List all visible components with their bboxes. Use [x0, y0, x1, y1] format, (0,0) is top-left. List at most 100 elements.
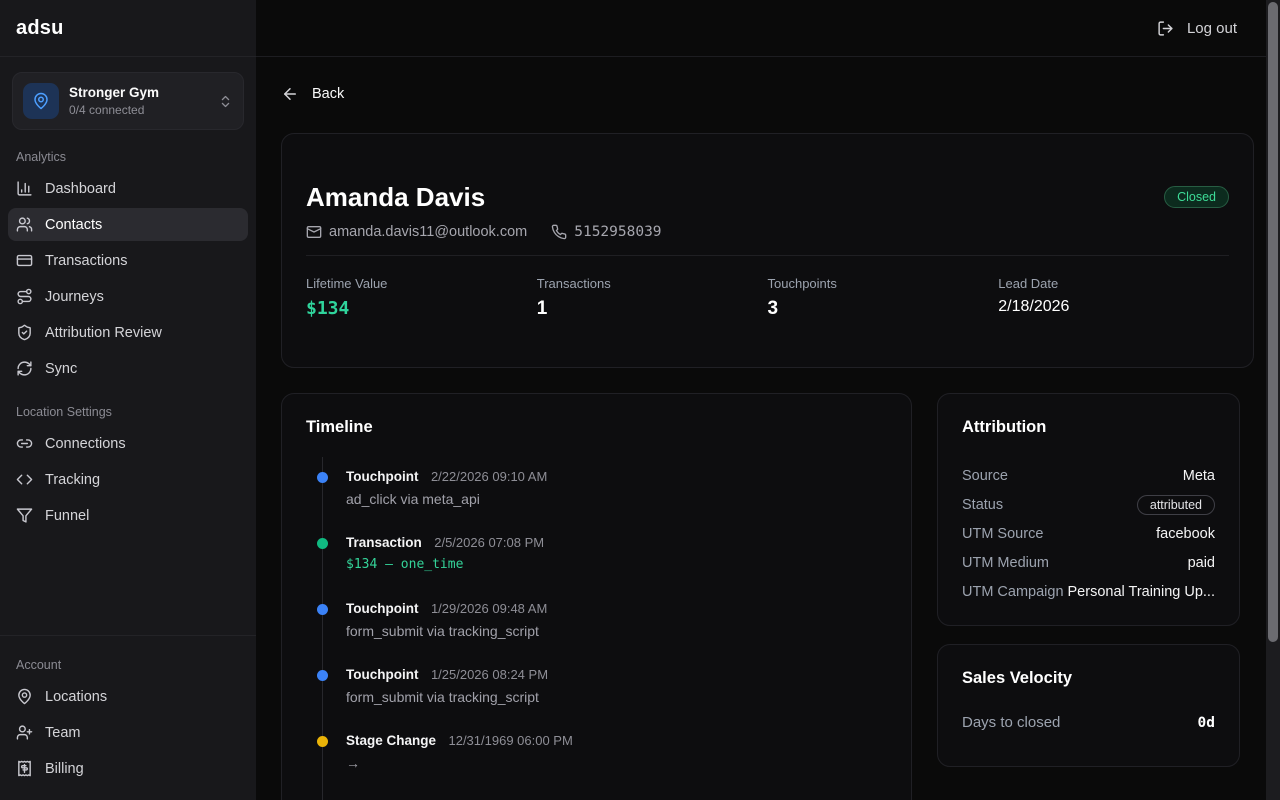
- sidebar-item-contacts[interactable]: Contacts: [8, 208, 248, 241]
- stat-lifetime-value: Lifetime Value $134: [306, 276, 537, 320]
- right-card-column: Attribution Source Meta Status attribute…: [937, 393, 1240, 800]
- sidebar-item-label: Team: [45, 725, 80, 741]
- sidebar-item-sync[interactable]: Sync: [8, 352, 248, 385]
- sidebar-item-label: Tracking: [45, 472, 100, 488]
- sidebar-item-label: Billing: [45, 761, 84, 777]
- location-connected-status: 0/4 connected: [69, 103, 208, 117]
- contact-email: amanda.davis11@outlook.com: [306, 224, 527, 240]
- touchpoint-dot: [317, 472, 328, 483]
- section-label-account: Account: [8, 658, 248, 672]
- sidebar-item-team[interactable]: Team: [8, 716, 248, 749]
- scrollbar-track[interactable]: [1266, 0, 1280, 800]
- contact-phone-value: 5152958039: [574, 224, 661, 240]
- sidebar-item-dashboard[interactable]: Dashboard: [8, 172, 248, 205]
- event-timestamp: 2/22/2026 09:10 AM: [431, 469, 547, 484]
- attribution-row-utm-campaign: UTM Campaign Personal Training Up...: [962, 577, 1215, 606]
- arrow-left-icon: [281, 85, 299, 103]
- attribution-title: Attribution: [962, 418, 1215, 437]
- funnel-icon: [16, 507, 33, 524]
- chevrons-up-down-icon: [218, 94, 233, 109]
- event-type: Transaction: [346, 535, 422, 550]
- sidebar-item-attribution-review[interactable]: Attribution Review: [8, 316, 248, 349]
- sidebar-item-transactions[interactable]: Transactions: [8, 244, 248, 277]
- logout-button[interactable]: Log out: [1157, 20, 1237, 37]
- row-value: Meta: [1183, 468, 1215, 484]
- sidebar-item-label: Funnel: [45, 508, 89, 524]
- sidebar-item-locations[interactable]: Locations: [8, 680, 248, 713]
- section-label-analytics: Analytics: [8, 150, 248, 164]
- event-detail: ad_click via meta_api: [346, 489, 887, 509]
- timeline-event-head: Touchpoint 2/22/2026 09:10 AM: [346, 467, 887, 487]
- contact-phone: 5152958039: [551, 224, 661, 240]
- timeline-list: Touchpoint 2/22/2026 09:10 AM ad_click v…: [306, 467, 887, 773]
- timeline-event-head: Stage Change 12/31/1969 06:00 PM: [346, 731, 887, 751]
- bar-chart-icon: [16, 180, 33, 197]
- contact-profile-card: Amanda Davis Closed amanda.davis11@outlo…: [281, 133, 1254, 368]
- sidebar: adsu Stronger Gym 0/4 connected Analytic…: [0, 0, 256, 800]
- attribution-row-source: Source Meta: [962, 461, 1215, 490]
- row-label: Source: [962, 468, 1008, 484]
- touchpoint-dot: [317, 604, 328, 615]
- sidebar-item-label: Dashboard: [45, 181, 116, 197]
- touchpoint-dot: [317, 670, 328, 681]
- sidebar-item-connections[interactable]: Connections: [8, 427, 248, 460]
- event-timestamp: 1/25/2026 08:24 PM: [431, 667, 548, 682]
- scrollbar-thumb[interactable]: [1268, 2, 1278, 642]
- event-detail: →: [346, 753, 887, 773]
- link-icon: [16, 435, 33, 452]
- event-detail: form_submit via tracking_script: [346, 687, 887, 707]
- app-logo: adsu: [16, 17, 63, 40]
- refresh-icon: [16, 360, 33, 377]
- stat-value: $134: [306, 298, 537, 319]
- timeline-title: Timeline: [306, 418, 887, 437]
- sales-velocity-row: Days to closed 0d: [962, 714, 1215, 731]
- stat-label: Transactions: [537, 276, 768, 291]
- section-label-location-settings: Location Settings: [8, 405, 248, 419]
- logout-icon: [1157, 20, 1174, 37]
- timeline-event: Transaction 2/5/2026 07:08 PM $134 — one…: [306, 533, 887, 575]
- contact-info-row: amanda.davis11@outlook.com 5152958039: [306, 224, 1229, 240]
- timeline-event: Touchpoint 2/22/2026 09:10 AM ad_click v…: [306, 467, 887, 509]
- sidebar-item-tracking[interactable]: Tracking: [8, 463, 248, 496]
- stat-value: 1: [537, 298, 768, 320]
- event-type: Touchpoint: [346, 469, 418, 484]
- route-icon: [16, 288, 33, 305]
- row-value: Personal Training Up...: [1068, 584, 1216, 600]
- sidebar-item-label: Locations: [45, 689, 107, 705]
- event-type: Stage Change: [346, 733, 436, 748]
- event-type: Touchpoint: [346, 601, 418, 616]
- topbar: Log out: [256, 0, 1280, 57]
- sidebar-nav: Analytics Dashboard Contacts Transaction…: [0, 130, 256, 535]
- code-icon: [16, 471, 33, 488]
- sidebar-item-journeys[interactable]: Journeys: [8, 280, 248, 313]
- event-timestamp: 1/29/2026 09:48 AM: [431, 601, 547, 616]
- sidebar-item-label: Sync: [45, 361, 77, 377]
- logout-label: Log out: [1187, 20, 1237, 37]
- sidebar-item-label: Transactions: [45, 253, 127, 269]
- shield-check-icon: [16, 324, 33, 341]
- row-value: facebook: [1156, 526, 1215, 542]
- lower-grid: Timeline Touchpoint 2/22/2026 09:10 AM a…: [281, 393, 1254, 800]
- profile-stats-row: Lifetime Value $134 Transactions 1 Touch…: [306, 256, 1229, 320]
- event-detail: $134 — one_time: [346, 555, 887, 575]
- timeline-event: Stage Change 12/31/1969 06:00 PM →: [306, 731, 887, 773]
- back-button[interactable]: Back: [281, 85, 344, 103]
- stat-lead-date: Lead Date 2/18/2026: [998, 276, 1229, 320]
- credit-card-icon: [16, 252, 33, 269]
- row-value: paid: [1188, 555, 1215, 571]
- row-label: UTM Medium: [962, 555, 1049, 571]
- attribution-row-utm-medium: UTM Medium paid: [962, 548, 1215, 577]
- timeline-event-head: Touchpoint 1/29/2026 09:48 AM: [346, 599, 887, 619]
- location-selector[interactable]: Stronger Gym 0/4 connected: [12, 72, 244, 130]
- attribution-row-utm-source: UTM Source facebook: [962, 519, 1215, 548]
- timeline-event-head: Transaction 2/5/2026 07:08 PM: [346, 533, 887, 553]
- stage-change-dot: [317, 736, 328, 747]
- timeline-event-head: Touchpoint 1/25/2026 08:24 PM: [346, 665, 887, 685]
- event-detail: form_submit via tracking_script: [346, 621, 887, 641]
- row-value: 0d: [1198, 715, 1215, 731]
- sidebar-item-billing[interactable]: Billing: [8, 752, 248, 785]
- sidebar-item-funnel[interactable]: Funnel: [8, 499, 248, 532]
- stat-value: 2/18/2026: [998, 298, 1229, 316]
- status-badge: Closed: [1164, 186, 1229, 208]
- sidebar-item-label: Contacts: [45, 217, 102, 233]
